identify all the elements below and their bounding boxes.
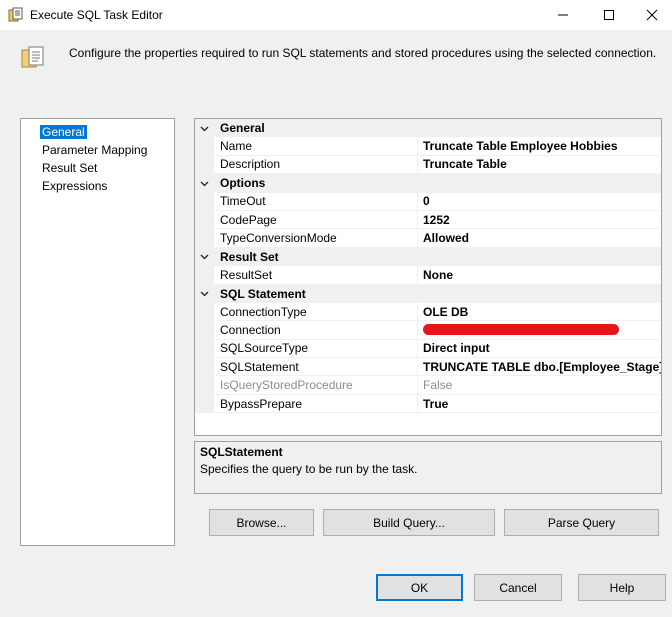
nav-item-result-set[interactable]: Result Set [21, 159, 174, 177]
window-title: Execute SQL Task Editor [30, 8, 163, 22]
property-row-sqlsourcetype[interactable]: SQLSourceType Direct input [195, 339, 661, 359]
collapse-chevron-icon[interactable] [195, 284, 214, 303]
collapse-chevron-icon[interactable] [195, 119, 214, 138]
property-name: ResultSet [214, 266, 418, 285]
task-folder-icon [20, 44, 46, 70]
category-general[interactable]: General [195, 119, 661, 138]
minimize-icon [558, 14, 568, 16]
nav-item-label: Result Set [42, 161, 98, 175]
property-row-connectiontype[interactable]: ConnectionType OLE DB [195, 302, 661, 322]
category-sql-statement[interactable]: SQL Statement [195, 284, 661, 303]
title-bar: Execute SQL Task Editor [0, 0, 672, 30]
property-row-bypassprepare[interactable]: BypassPrepare True [195, 394, 661, 414]
category-label: General [220, 121, 265, 136]
property-name: BypassPrepare [214, 394, 418, 414]
property-name: CodePage [214, 210, 418, 230]
nav-item-label: Expressions [42, 179, 108, 193]
property-value[interactable]: True [418, 395, 661, 414]
property-name: IsQueryStoredProcedure [214, 376, 418, 395]
dialog-header: Configure the properties required to run… [0, 30, 672, 110]
property-value[interactable]: Truncate Table Employee Hobbies [418, 137, 661, 156]
property-value[interactable]: OLE DB [418, 303, 661, 322]
build-query-button[interactable]: Build Query... [323, 509, 495, 536]
execute-sql-task-icon [8, 7, 24, 23]
page-navigation-list: General Parameter Mapping Result Set Exp… [20, 118, 175, 546]
property-name: ConnectionType [214, 302, 418, 322]
property-row-isquerystoredprocedure: IsQueryStoredProcedure False [195, 376, 661, 395]
property-row-name[interactable]: Name Truncate Table Employee Hobbies [195, 137, 661, 156]
property-value: False [418, 376, 661, 395]
header-description: Configure the properties required to run… [69, 46, 657, 60]
property-value[interactable]: Allowed [418, 229, 661, 248]
property-value[interactable]: Direct input [418, 340, 661, 359]
property-row-description[interactable]: Description Truncate Table [195, 155, 661, 175]
maximize-button[interactable] [586, 0, 632, 30]
cancel-button[interactable]: Cancel [474, 574, 562, 601]
property-name: Connection [214, 321, 418, 340]
nav-item-parameter-mapping[interactable]: Parameter Mapping [21, 141, 174, 159]
close-button[interactable] [632, 0, 672, 30]
category-label: Options [220, 176, 266, 191]
property-description-panel: SQLStatement Specifies the query to be r… [194, 441, 662, 494]
category-result-set[interactable]: Result Set [195, 247, 661, 267]
property-name: Name [214, 137, 418, 156]
help-button[interactable]: Help [578, 574, 666, 601]
description-text: Specifies the query to be run by the tas… [200, 462, 418, 476]
ok-button[interactable]: OK [376, 574, 463, 601]
property-value[interactable]: TRUNCATE TABLE dbo.[Employee_Stage] G [418, 358, 661, 377]
category-label: Result Set [220, 249, 279, 264]
property-row-connection[interactable]: Connection [195, 321, 661, 340]
property-value[interactable]: 1252 [418, 211, 661, 230]
maximize-icon [604, 10, 614, 20]
parse-query-button[interactable]: Parse Query [504, 509, 659, 536]
property-value[interactable]: None [418, 266, 661, 285]
property-name: SQLStatement [214, 358, 418, 377]
nav-item-label: Parameter Mapping [42, 143, 148, 157]
property-name: TimeOut [214, 192, 418, 211]
category-label: SQL Statement [220, 286, 306, 301]
property-row-typeconversionmode[interactable]: TypeConversionMode Allowed [195, 229, 661, 248]
redaction-mark [423, 324, 619, 336]
description-title: SQLStatement [200, 445, 283, 459]
property-row-timeout[interactable]: TimeOut 0 [195, 192, 661, 211]
property-name: TypeConversionMode [214, 229, 418, 248]
property-value[interactable]: Truncate Table [418, 156, 661, 175]
browse-button[interactable]: Browse... [209, 509, 314, 536]
property-grid: General Name Truncate Table Employee Hob… [194, 118, 662, 436]
close-icon [646, 9, 658, 21]
minimize-button[interactable] [540, 0, 586, 30]
property-value[interactable]: 0 [418, 193, 661, 211]
nav-item-label: General [40, 125, 87, 139]
category-options[interactable]: Options [195, 174, 661, 193]
collapse-chevron-icon[interactable] [195, 247, 214, 267]
property-row-sqlstatement[interactable]: SQLStatement TRUNCATE TABLE dbo.[Employe… [195, 358, 661, 377]
property-row-codepage[interactable]: CodePage 1252 [195, 210, 661, 230]
property-name: Description [214, 155, 418, 175]
property-value-redacted[interactable] [418, 321, 661, 340]
property-row-resultset[interactable]: ResultSet None [195, 266, 661, 285]
collapse-chevron-icon[interactable] [195, 174, 214, 193]
nav-item-expressions[interactable]: Expressions [21, 177, 174, 195]
property-name: SQLSourceType [214, 339, 418, 359]
nav-item-general[interactable]: General [21, 123, 174, 141]
